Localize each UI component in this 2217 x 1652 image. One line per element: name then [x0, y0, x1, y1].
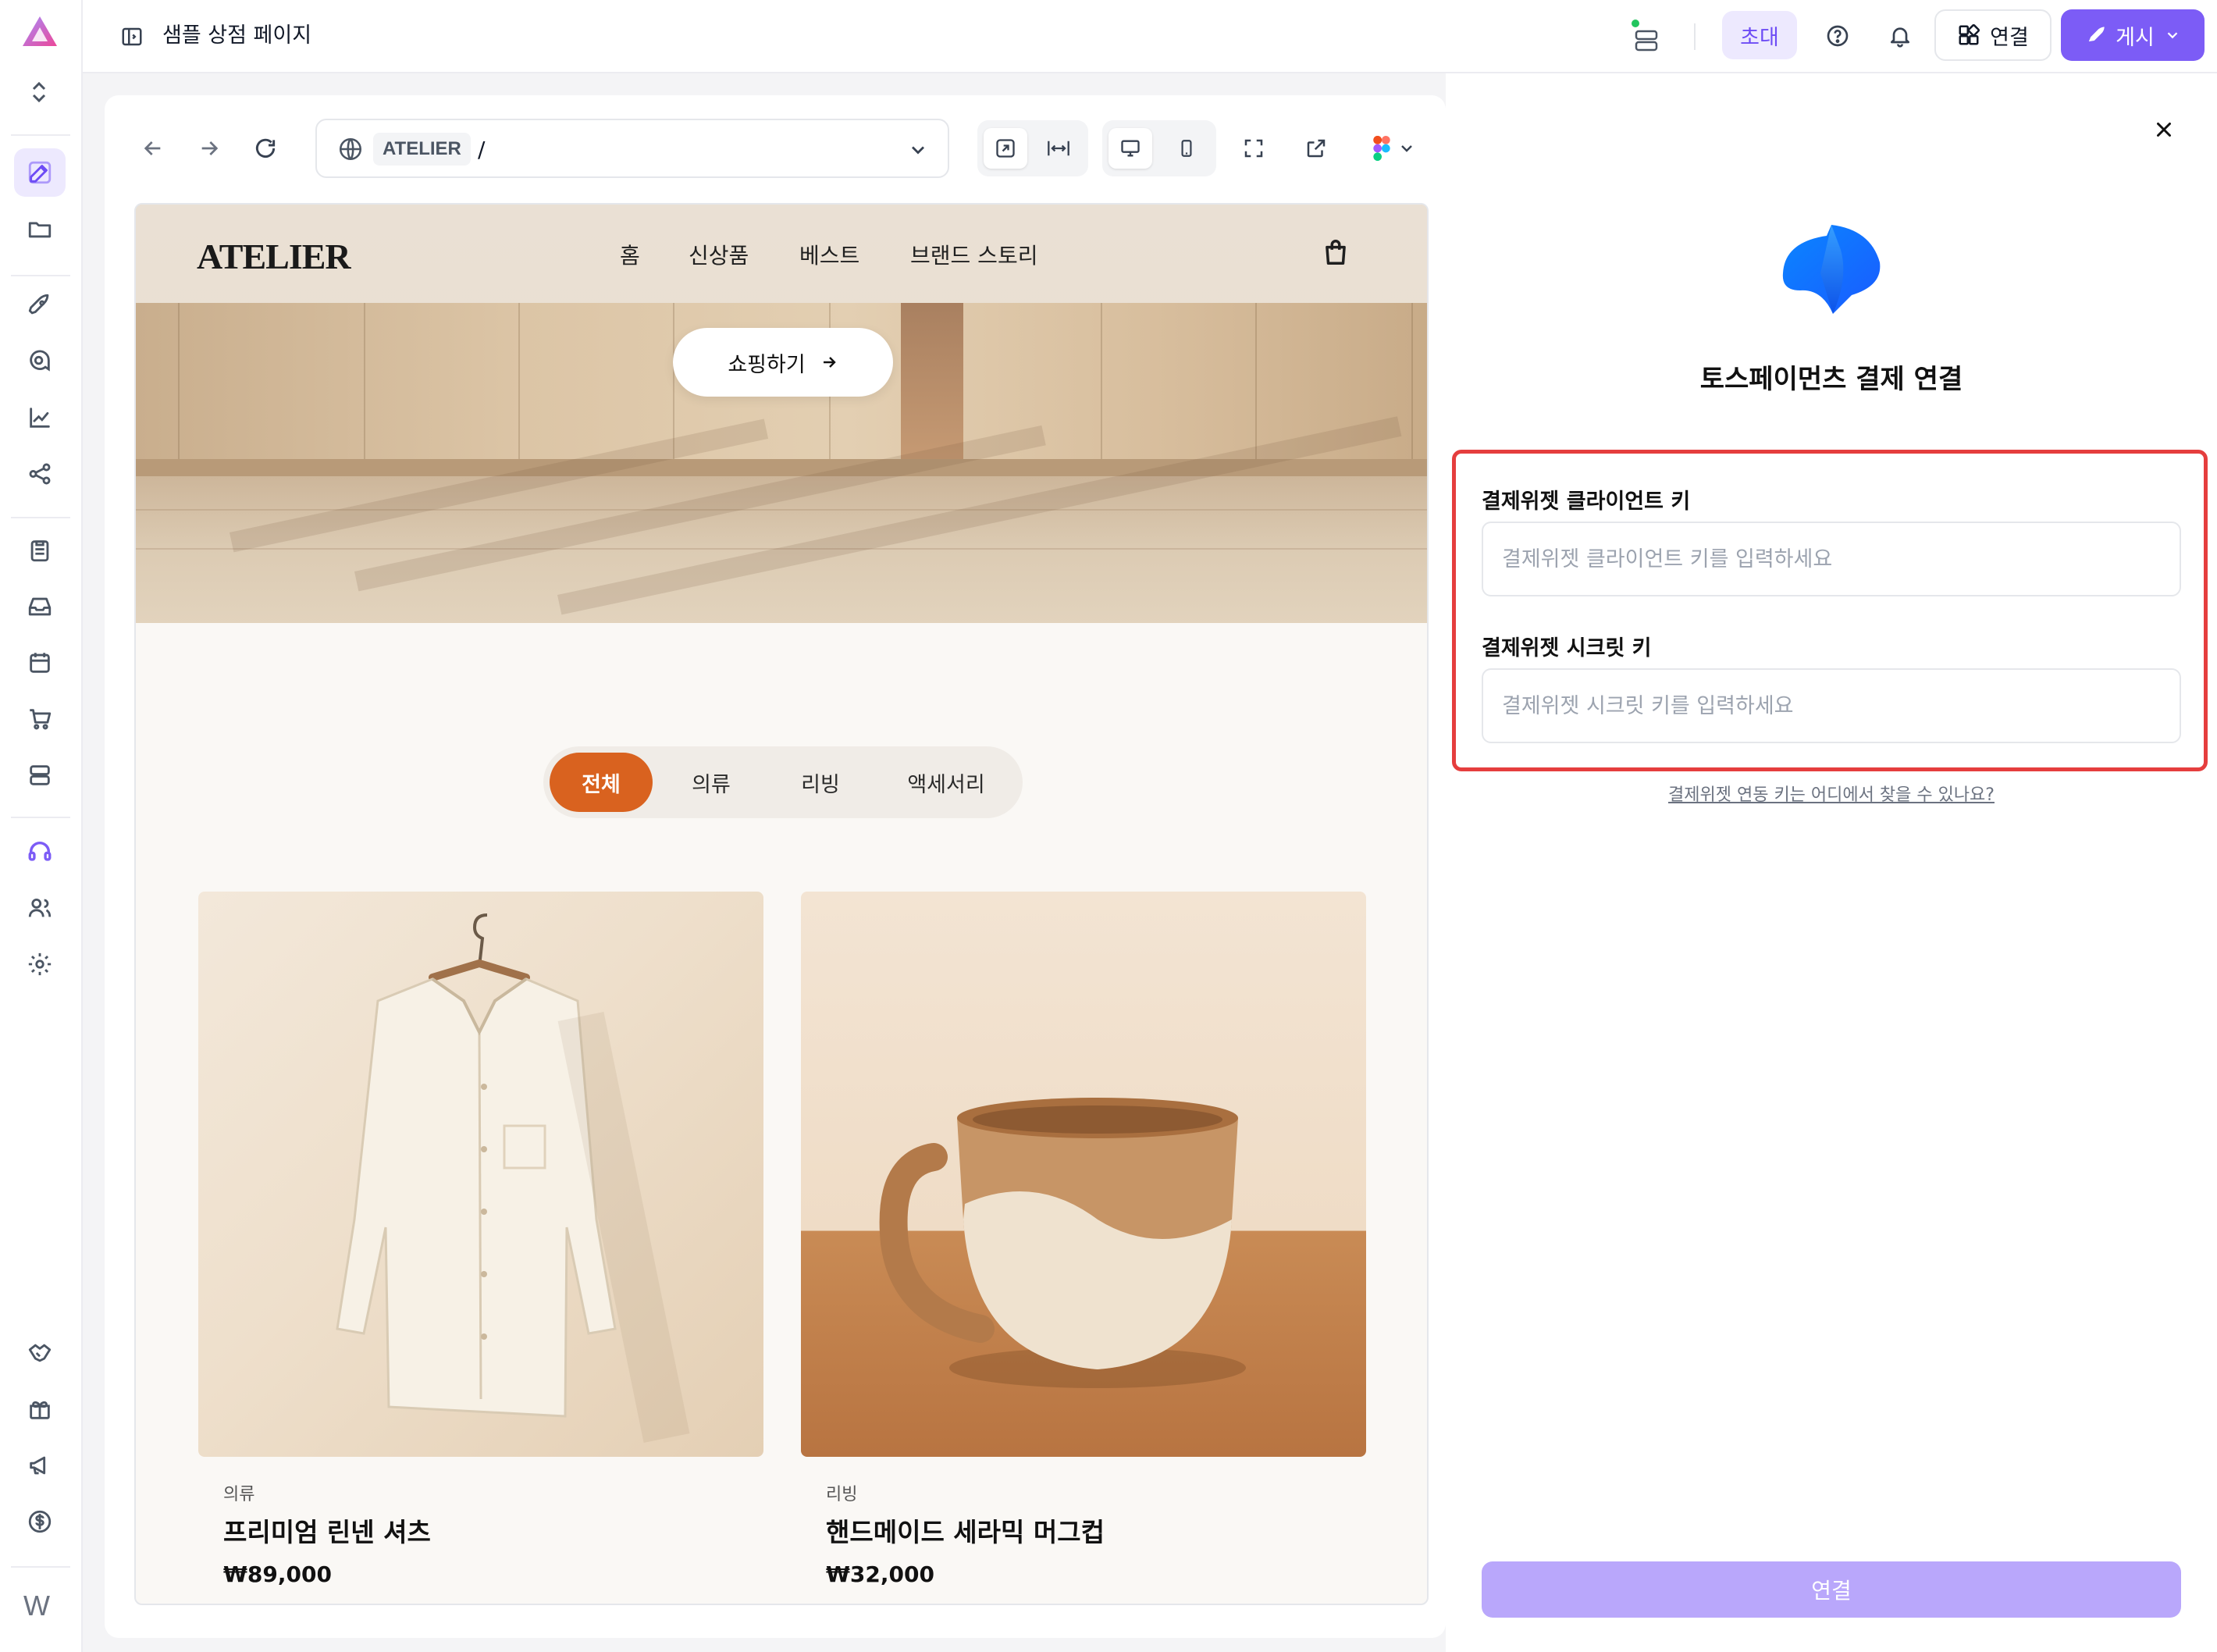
top-bar: 샘플 상점 페이지 초대 연결 게시 [83, 0, 2217, 73]
shop-now-button[interactable]: 쇼핑하기 [673, 328, 893, 397]
support-headset-icon[interactable] [14, 828, 66, 876]
client-key-input[interactable] [1482, 522, 2181, 596]
device-mode-group [1102, 120, 1216, 176]
site-nav-brand-story[interactable]: 브랜드 스토리 [910, 242, 1037, 270]
product-category: 리빙 [826, 1485, 858, 1504]
analytics-icon[interactable] [14, 393, 66, 442]
chevron-down-icon [1401, 145, 1412, 152]
desktop-view-icon[interactable] [1108, 128, 1152, 169]
integrations-icon [1959, 23, 1980, 45]
workspace-switch-icon[interactable] [23, 77, 55, 108]
connect-integrations-button[interactable]: 연결 [1934, 9, 2052, 61]
site-name-chip: ATELIER [373, 133, 471, 166]
publish-label: 게시 [2116, 25, 2155, 50]
site-preview: ATELIER 홈 신상품 베스트 브랜드 스토리 쇼핑하기 전체 의류 리빙 … [134, 203, 1429, 1605]
megaphone-icon[interactable] [14, 1441, 66, 1490]
left-rail: W [0, 0, 83, 1652]
fullscreen-icon[interactable] [1235, 130, 1272, 167]
product-price: ₩32,000 [826, 1561, 934, 1587]
client-key-label: 결제위젯 클라이언트 키 [1482, 490, 1691, 514]
handshake-icon[interactable] [14, 1329, 66, 1377]
connect-label: 연결 [1990, 25, 2029, 50]
database-icon[interactable] [14, 751, 66, 799]
site-logo[interactable]: ATELIER [197, 236, 351, 277]
hero-banner: ATELIER 홈 신상품 베스트 브랜드 스토리 쇼핑하기 [136, 205, 1427, 623]
help-icon[interactable] [1817, 16, 1858, 56]
forward-arrow-icon[interactable] [192, 131, 226, 166]
site-nav-best[interactable]: 베스트 [799, 242, 859, 270]
toolbar-separator [1694, 23, 1696, 50]
share-icon[interactable] [14, 450, 66, 498]
rocket-icon[interactable] [14, 281, 66, 329]
rocket-icon [2088, 27, 2105, 42]
workspace-initial[interactable]: W [23, 1590, 50, 1622]
connect-submit-button[interactable]: 연결 [1482, 1561, 2181, 1618]
product-image-shirt[interactable] [198, 892, 763, 1457]
figma-menu[interactable] [1363, 130, 1425, 167]
folder-icon[interactable] [14, 205, 66, 253]
rail-divider [11, 517, 70, 518]
hero-shelf-image [901, 303, 963, 467]
rail-divider [11, 134, 70, 136]
publish-button[interactable]: 게시 [2061, 9, 2205, 61]
search-chat-icon[interactable] [14, 337, 66, 386]
url-path: / [478, 137, 486, 162]
rail-divider [11, 1566, 70, 1568]
secret-key-input[interactable] [1482, 668, 2181, 743]
clipboard-icon[interactable] [14, 526, 66, 575]
url-bar[interactable]: ATELIER / [315, 119, 949, 178]
shopping-bag-icon[interactable] [1321, 237, 1350, 267]
fit-screen-icon[interactable] [984, 128, 1027, 169]
billing-dollar-icon[interactable] [14, 1497, 66, 1546]
edit-icon[interactable] [14, 148, 66, 197]
app-logo-icon[interactable] [13, 9, 66, 55]
rail-divider [11, 817, 70, 818]
users-icon[interactable] [14, 884, 66, 932]
database-status-icon[interactable] [1624, 14, 1667, 58]
product-name[interactable]: 핸드메이드 세라믹 머그컵 [826, 1511, 1105, 1549]
notification-bell-icon[interactable] [1880, 16, 1920, 56]
tosspayments-logo-icon [1777, 219, 1886, 317]
shop-now-label: 쇼핑하기 [728, 352, 806, 377]
category-filter: 전체 의류 리빙 액세서리 [543, 746, 1023, 818]
rail-divider [11, 275, 70, 276]
settings-gear-icon[interactable] [14, 940, 66, 988]
secret-key-label: 결제위젯 시크릿 키 [1482, 636, 1652, 660]
panel-title: 토스페이먼츠 결제 연결 [1699, 364, 1963, 395]
globe-icon [337, 136, 364, 162]
help-link[interactable]: 결제위젯 연동 키는 어디에서 찾을 수 있나요? [1446, 781, 2217, 806]
sidebar-toggle-icon[interactable] [114, 19, 150, 55]
cart-icon[interactable] [14, 695, 66, 743]
page-title: 샘플 상점 페이지 [162, 23, 312, 48]
site-nav-new[interactable]: 신상품 [689, 242, 749, 270]
chevron-down-icon[interactable] [907, 139, 929, 161]
product-category: 의류 [223, 1485, 255, 1504]
back-arrow-icon[interactable] [136, 131, 170, 166]
category-accessory[interactable]: 액세서리 [879, 753, 1013, 812]
gift-icon[interactable] [14, 1385, 66, 1433]
category-all[interactable]: 전체 [550, 753, 653, 812]
invite-button[interactable]: 초대 [1722, 11, 1797, 59]
site-nav-home[interactable]: 홈 [620, 242, 640, 270]
fit-mode-group [977, 120, 1088, 176]
chevron-down-icon [2167, 32, 2178, 39]
figma-icon [1373, 136, 1390, 161]
product-price: ₩89,000 [223, 1561, 332, 1587]
fit-width-icon[interactable] [1037, 128, 1080, 169]
arrow-right-icon [823, 357, 836, 368]
open-external-icon[interactable] [1297, 130, 1335, 167]
category-clothing[interactable]: 의류 [660, 753, 762, 812]
category-living[interactable]: 리빙 [770, 753, 871, 812]
reload-icon[interactable] [248, 131, 283, 166]
close-icon[interactable] [2145, 111, 2183, 148]
inbox-icon[interactable] [14, 582, 66, 631]
mobile-view-icon[interactable] [1165, 128, 1208, 169]
product-image-mug[interactable] [801, 892, 1366, 1457]
calendar-icon[interactable] [14, 639, 66, 687]
product-name[interactable]: 프리미엄 린넨 셔츠 [223, 1511, 431, 1549]
